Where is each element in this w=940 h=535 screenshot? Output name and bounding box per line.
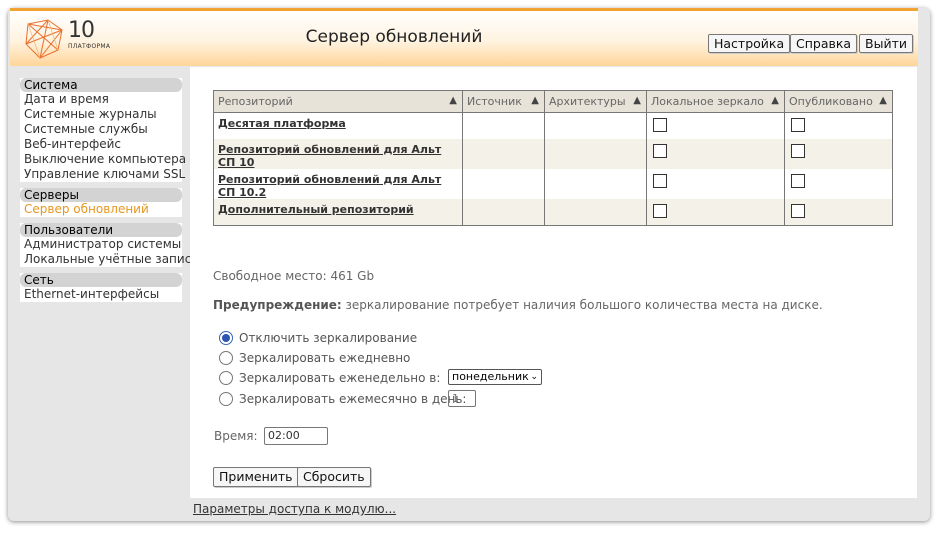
help-button[interactable]: Справка [790,34,858,53]
sidebar-item-shutdown[interactable]: Выключение компьютера [20,152,186,167]
sort-icon: ▲︎ [531,95,539,106]
repository-link[interactable]: Десятая платформа [218,117,346,130]
free-space-label: Свободное место: [213,269,327,283]
logout-button[interactable]: Выйти [859,34,913,53]
sidebar-section-title: Пользователи [20,223,182,237]
radio-mirror-monthly[interactable]: Зеркалировать ежемесячно в день: [219,390,466,408]
sidebar-item-ssl-keys[interactable]: Управление ключами SSL [20,167,185,182]
sidebar-section-title: Серверы [20,188,182,202]
weekday-select-value: понедельник [452,370,529,383]
column-header-architectures[interactable]: Архитектуры ▲︎ [544,90,647,113]
time-label: Время: [214,429,258,443]
sort-icon: ▲︎ [879,95,887,106]
local-mirror-checkbox[interactable] [653,118,667,132]
published-checkbox[interactable] [791,204,805,218]
apply-button[interactable]: Применить [213,467,299,487]
source-cell [462,169,545,199]
chevron-down-icon: ⌄ [530,372,538,382]
radio-label: Отключить зеркалирование [239,331,418,345]
column-header-repository[interactable]: Репозиторий ▲︎ [213,90,463,113]
time-input[interactable]: 02:00 [264,427,328,445]
sidebar-section-title: Сеть [20,273,182,287]
radio-mirror-daily[interactable]: Зеркалировать ежедневно [219,349,410,367]
column-header-source[interactable]: Источник ▲︎ [462,90,545,113]
header: 10 ПЛАТФОРМА Сервер обновлений Настройка… [10,8,918,66]
sidebar-item-datetime[interactable]: Дата и время [20,92,182,107]
local-mirror-checkbox[interactable] [653,204,667,218]
repository-table: Репозиторий ▲︎ Источник ▲︎ Архитектуры ▲︎ Л… [213,90,893,226]
sort-icon: ▲︎ [771,95,779,106]
repository-link[interactable]: Репозиторий обновлений для Альт СП 10.2 [218,173,458,199]
column-label: Архитектуры [549,95,626,108]
arch-cell [544,112,647,139]
radio-disable-mirroring[interactable]: Отключить зеркалирование [219,329,417,347]
sidebar-section-users: Пользователи Администратор системы Локал… [20,223,199,267]
local-mirror-checkbox[interactable] [653,144,667,158]
column-header-published[interactable]: Опубликовано ▲︎ [784,90,893,113]
sidebar-item-update-server[interactable]: Сервер обновлений [20,202,182,217]
radio-button[interactable] [219,351,233,365]
warning: Предупреждение: зеркалирование потребует… [213,298,823,312]
radio-label: Зеркалировать ежемесячно в день: [239,392,467,406]
warning-text: зеркалирование потребует наличия большог… [341,298,823,312]
sidebar-item-admin[interactable]: Администратор системы [20,237,182,252]
source-cell [462,199,545,226]
table-row: Репозиторий обновлений для Альт СП 10.2 [213,169,893,199]
sidebar-item-ethernet[interactable]: Ethernet-интерфейсы [20,287,182,302]
weekday-select[interactable]: понедельник ⌄ [448,369,542,385]
column-label: Локальное зеркало [651,95,764,108]
sidebar-section-network: Сеть Ethernet-интерфейсы [20,273,182,302]
table-row: Десятая платформа [213,112,893,139]
source-cell [462,112,545,139]
column-label: Репозиторий [218,95,293,108]
settings-button[interactable]: Настройка [708,34,791,53]
published-checkbox[interactable] [791,174,805,188]
repository-link[interactable]: Репозиторий обновлений для Альт СП 10 [218,143,458,169]
repository-link[interactable]: Дополнительный репозиторий [218,203,414,216]
arch-cell [544,139,647,169]
sidebar-item-logs[interactable]: Системные журналы [20,107,182,122]
main-content: Репозиторий ▲︎ Источник ▲︎ Архитектуры ▲︎ Л… [190,67,917,498]
column-header-local-mirror[interactable]: Локальное зеркало ▲︎ [646,90,785,113]
radio-button[interactable] [219,371,233,385]
published-checkbox[interactable] [791,144,805,158]
arch-cell [544,169,647,199]
warning-label: Предупреждение: [213,298,342,312]
column-label: Опубликовано [789,95,873,108]
reset-button[interactable]: Сбросить [297,467,371,487]
radio-label: Зеркалировать ежедневно [239,351,411,365]
sort-icon: ▲︎ [633,95,641,106]
sidebar-item-local-accounts[interactable]: Локальные учётные записи [20,252,199,267]
sidebar-item-web-interface[interactable]: Веб-интерфейс [20,137,182,152]
month-day-input[interactable]: 1 [448,390,476,407]
sidebar: Система Дата и время Системные журналы С… [20,78,199,308]
sidebar-section-system: Система Дата и время Системные журналы С… [20,78,186,182]
sidebar-item-services[interactable]: Системные службы [20,122,182,137]
radio-button-selected[interactable] [219,331,233,345]
table-row: Репозиторий обновлений для Альт СП 10 [213,139,893,169]
radio-mirror-weekly[interactable]: Зеркалировать еженедельно в: [219,369,440,387]
radio-button[interactable] [219,392,233,406]
local-mirror-checkbox[interactable] [653,174,667,188]
free-space-value: 461 Gb [330,269,375,283]
column-label: Источник [467,95,522,108]
free-space: Свободное место: 461 Gb [213,269,374,283]
arch-cell [544,199,647,226]
source-cell [462,139,545,169]
sidebar-section-title: Система [20,78,182,92]
module-access-link[interactable]: Параметры доступа к модулю... [193,502,396,516]
table-row: Дополнительный репозиторий [213,199,893,226]
sidebar-section-servers: Серверы Сервер обновлений [20,188,182,217]
sort-icon: ▲︎ [449,95,457,106]
page-title: Сервер обновлений [305,27,483,47]
published-checkbox[interactable] [791,118,805,132]
radio-label: Зеркалировать еженедельно в: [239,371,441,385]
